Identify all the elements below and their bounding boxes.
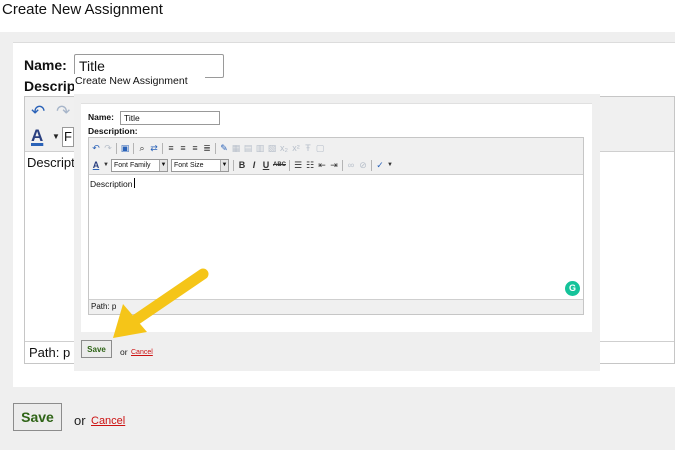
redo-icon[interactable]: ↷ xyxy=(56,103,70,121)
chevron-down-icon: ▼ xyxy=(220,159,228,171)
font-size-select[interactable]: Font Size ▼ xyxy=(171,158,229,172)
or-text: or xyxy=(74,413,86,428)
edit-icon[interactable]: ✎ xyxy=(219,142,229,154)
toolbar-separator xyxy=(162,142,163,154)
dialog-editor-path-bar: Path: p xyxy=(89,299,583,314)
bullet-list-icon[interactable]: ☰ xyxy=(293,159,303,171)
text-caret xyxy=(133,178,135,188)
align-left-icon[interactable]: ≡ xyxy=(166,142,176,154)
strikethrough-button[interactable]: ABC xyxy=(273,159,286,171)
subscript-icon[interactable]: x₂ xyxy=(279,142,289,154)
dialog-description-label: Description: xyxy=(88,126,138,136)
font-size-value: Font Size xyxy=(174,161,204,169)
dialog-name-label: Name: xyxy=(88,112,114,122)
editor-body-text: Descript xyxy=(27,155,75,170)
font-color-icon[interactable]: A xyxy=(91,159,101,171)
cell-icon[interactable]: ▧ xyxy=(267,142,277,154)
row-icon[interactable]: ▤ xyxy=(243,142,253,154)
undo-icon[interactable]: ↶ xyxy=(31,103,45,121)
outdent-icon[interactable]: ⇤ xyxy=(317,159,327,171)
font-color-dropdown-icon[interactable]: ▼ xyxy=(103,159,109,171)
table-icon[interactable]: ▦ xyxy=(231,142,241,154)
name-label: Name: xyxy=(24,57,67,73)
undo-icon[interactable]: ↶ xyxy=(91,142,101,154)
bold-button[interactable]: B xyxy=(237,159,247,171)
description-label: Description: xyxy=(24,78,74,94)
font-family-value: Font Family xyxy=(114,161,151,169)
toolbar-separator xyxy=(371,159,372,171)
font-family-select[interactable]: F xyxy=(62,127,74,147)
html-icon[interactable]: ▢ xyxy=(315,142,325,154)
unlink-icon[interactable]: ⊘ xyxy=(358,159,368,171)
align-right-icon[interactable]: ≡ xyxy=(190,142,200,154)
toolbar-separator xyxy=(133,142,134,154)
underline-button[interactable]: U xyxy=(261,159,271,171)
save-button[interactable]: Save xyxy=(13,403,62,431)
dialog-name-input[interactable] xyxy=(120,111,220,125)
align-center-icon[interactable]: ≡ xyxy=(178,142,188,154)
numbered-list-icon[interactable]: ☷ xyxy=(305,159,315,171)
paste-icon[interactable]: ▣ xyxy=(120,142,130,154)
toolbar-separator xyxy=(116,142,117,154)
italic-button[interactable]: I xyxy=(249,159,259,171)
dialog-save-button[interactable]: Save xyxy=(81,340,112,358)
clear-format-icon[interactable]: Ŧ xyxy=(303,142,313,154)
dialog-editor-toolbar: ↶ ↷ ▣ ⌕ ⇄ ≡ ≡ ≡ ≣ ✎ ▦ ▤ ▥ ▧ x₂ x² Ŧ ▢ A … xyxy=(89,138,583,175)
font-color-icon[interactable]: A xyxy=(31,127,43,145)
cancel-link[interactable]: Cancel xyxy=(91,415,125,427)
redo-icon[interactable]: ↷ xyxy=(103,142,113,154)
toolbar-row-2: A ▼ Font Family ▼ Font Size ▼ B I U ABC ☰ … xyxy=(91,157,395,173)
dialog-cancel-link[interactable]: Cancel xyxy=(131,349,153,356)
link-icon[interactable]: ∞ xyxy=(346,159,356,171)
dialog-or-text: or xyxy=(120,347,128,357)
dialog-description-editor[interactable]: ↶ ↷ ▣ ⌕ ⇄ ≡ ≡ ≡ ≣ ✎ ▦ ▤ ▥ ▧ x₂ x² Ŧ ▢ A … xyxy=(88,137,584,315)
column-icon[interactable]: ▥ xyxy=(255,142,265,154)
find-icon[interactable]: ⌕ xyxy=(137,142,147,154)
spellcheck-icon[interactable]: ✓ xyxy=(375,159,385,171)
chevron-down-icon: ▼ xyxy=(159,159,167,171)
spellcheck-dropdown-icon[interactable]: ▼ xyxy=(387,159,393,171)
toolbar-separator xyxy=(342,159,343,171)
toolbar-row-1: ↶ ↷ ▣ ⌕ ⇄ ≡ ≡ ≡ ≣ ✎ ▦ ▤ ▥ ▧ x₂ x² Ŧ ▢ xyxy=(91,140,327,156)
superscript-icon[interactable]: x² xyxy=(291,142,301,154)
dialog-title: Create New Assignment xyxy=(74,74,205,91)
font-color-dropdown-icon[interactable]: ▼ xyxy=(52,132,60,141)
grammarly-icon[interactable]: G xyxy=(565,281,580,296)
dialog-editor-body[interactable]: Description xyxy=(90,178,135,189)
font-family-select[interactable]: Font Family ▼ xyxy=(111,158,168,172)
toolbar-separator xyxy=(233,159,234,171)
editor-body-text: Description xyxy=(90,179,133,189)
toolbar-separator xyxy=(215,142,216,154)
indent-icon[interactable]: ⇥ xyxy=(329,159,339,171)
replace-icon[interactable]: ⇄ xyxy=(149,142,159,154)
page-title: Create New Assignment xyxy=(2,1,163,18)
toolbar-separator xyxy=(289,159,290,171)
align-justify-icon[interactable]: ≣ xyxy=(202,142,212,154)
